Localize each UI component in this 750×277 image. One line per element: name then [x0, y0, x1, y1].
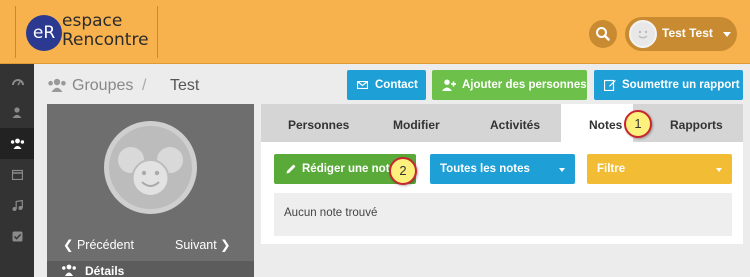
submit-report-button[interactable]: Soumettre un rapport: [594, 70, 743, 100]
tab-label: Activités: [490, 118, 541, 132]
logo-mark: eR: [26, 15, 62, 51]
add-people-button[interactable]: Ajouter des personnes: [432, 70, 587, 100]
previous-link[interactable]: ❮ Précédent: [63, 237, 134, 252]
edit-icon: [604, 79, 616, 91]
submit-report-label: Soumettre un rapport: [622, 79, 740, 91]
top-header: eR espace Rencontre Test Test: [0, 0, 750, 64]
search-button[interactable]: [589, 20, 617, 48]
music-icon: [12, 200, 23, 211]
sidebar-item-profile[interactable]: [0, 97, 34, 128]
users-icon: [48, 78, 66, 92]
callout-badge-1: 1: [624, 110, 652, 138]
logo-line-1: espace: [62, 11, 123, 31]
sidebar-item-dashboard[interactable]: [0, 66, 34, 97]
all-notes-dropdown[interactable]: Toutes les notes: [430, 154, 575, 184]
avatar: [629, 20, 657, 48]
add-user-icon: [442, 79, 456, 91]
checkbox-icon: [12, 231, 23, 242]
user-menu[interactable]: Test Test: [625, 17, 737, 51]
contact-label: Contact: [375, 79, 418, 91]
tab-label: Notes: [589, 118, 623, 132]
sidebar-item-groups[interactable]: [0, 128, 34, 159]
next-label: Suivant: [175, 238, 217, 252]
breadcrumb-separator: /: [142, 77, 147, 94]
page-title: Test: [170, 77, 200, 94]
chevron-left-icon: ❮: [63, 238, 77, 252]
chevron-right-icon: ❯: [216, 238, 231, 252]
tab-modifier[interactable]: Modifier: [368, 104, 460, 142]
logo-text: espace Rencontre: [62, 12, 149, 50]
sidebar: [0, 64, 34, 277]
add-people-label: Ajouter des personnes: [462, 79, 587, 91]
user-name: Test Test: [662, 26, 713, 40]
user-icon: [12, 107, 22, 118]
all-notes-label: Toutes les notes: [440, 163, 530, 175]
details-section-header[interactable]: Détails: [47, 261, 254, 277]
tab-activites[interactable]: Activités: [460, 104, 561, 142]
write-note-label: Rédiger une note: [302, 163, 396, 175]
tab-notes[interactable]: Notes: [561, 104, 633, 142]
details-label: Détails: [85, 264, 125, 277]
tab-personnes[interactable]: Personnes: [261, 104, 368, 142]
notes-empty-state: Aucun note trouvé: [274, 193, 732, 236]
smiley-icon: [638, 30, 648, 39]
sidebar-item-calendar[interactable]: [0, 159, 34, 190]
chevron-down-icon: [559, 168, 565, 172]
contact-button[interactable]: Contact: [347, 70, 426, 100]
filter-label: Filtre: [597, 163, 626, 175]
users-icon: [10, 138, 25, 149]
breadcrumb-groups-link[interactable]: Groupes: [72, 77, 133, 95]
envelope-icon: [357, 81, 368, 89]
empty-message: Aucun note trouvé: [284, 207, 378, 219]
search-icon: [596, 27, 610, 41]
content-panel: Personnes Modifier Activités Notes Rappo…: [261, 104, 743, 244]
dashboard-icon: [12, 79, 24, 86]
calendar-icon: [12, 169, 23, 180]
previous-label: Précédent: [76, 238, 134, 252]
app-logo[interactable]: eR espace Rencontre: [15, 6, 158, 58]
filter-dropdown[interactable]: Filtre: [587, 154, 732, 184]
tab-label: Personnes: [288, 118, 350, 132]
group-smiley-icon: [116, 145, 185, 197]
sidebar-item-tasks[interactable]: [0, 221, 34, 252]
logo-line-2: Rencontre: [62, 30, 149, 50]
tab-label: Modifier: [393, 118, 440, 132]
next-link[interactable]: Suivant ❯: [175, 237, 231, 252]
chevron-down-icon: [716, 168, 722, 172]
tab-label: Rapports: [670, 118, 723, 132]
users-icon: [62, 264, 76, 276]
sidebar-item-music[interactable]: [0, 190, 34, 221]
tab-bar: Personnes Modifier Activités Notes Rappo…: [261, 104, 743, 142]
chevron-down-icon: [723, 32, 731, 37]
callout-badge-2: 2: [389, 157, 417, 185]
pencil-icon: [286, 164, 296, 174]
group-card: ❮ Précédent Suivant ❯ Détails: [47, 104, 254, 277]
group-avatar: [104, 121, 197, 214]
